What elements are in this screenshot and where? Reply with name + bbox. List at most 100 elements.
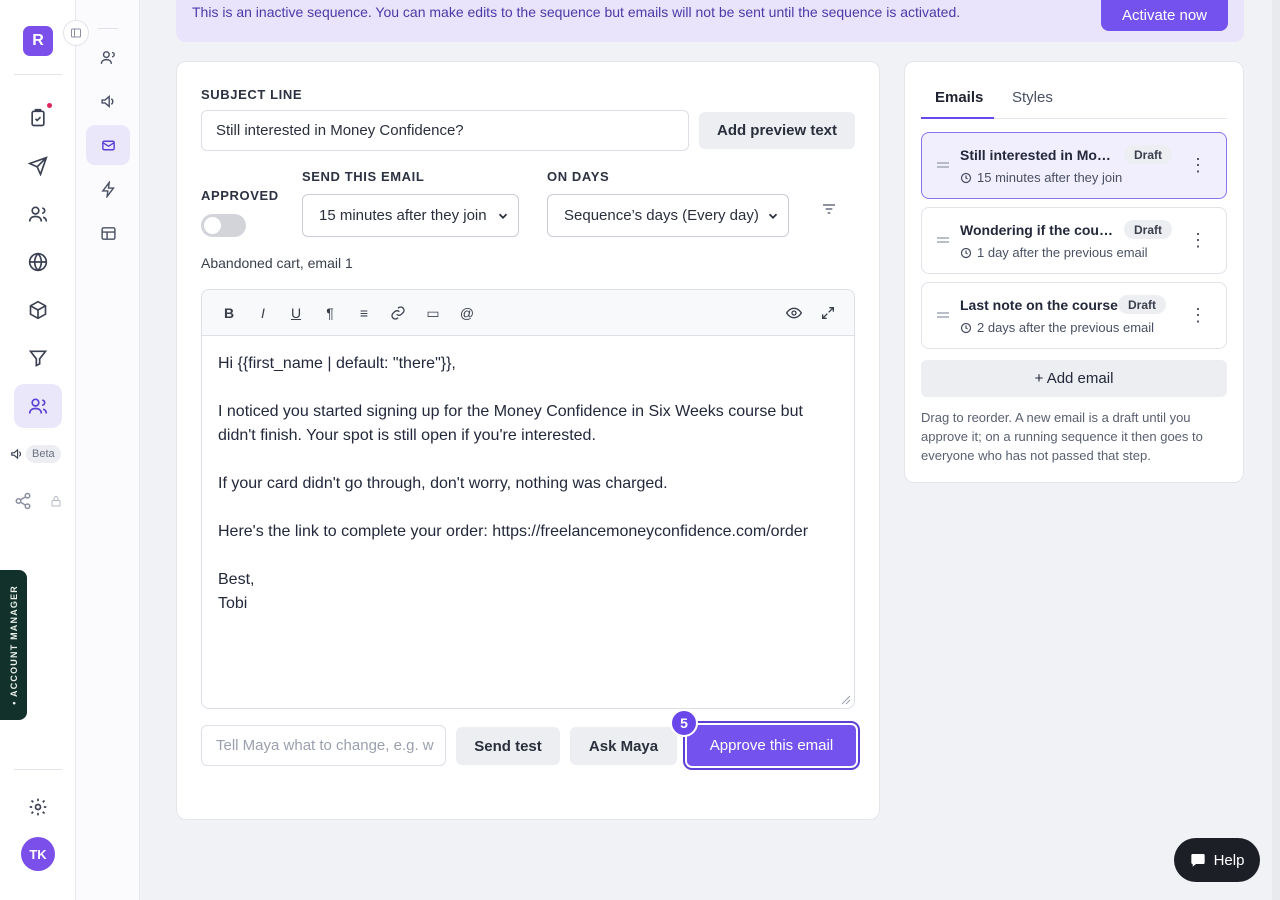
- tasks-icon[interactable]: [14, 96, 62, 140]
- email-caption: Abandoned cart, email 1: [201, 255, 353, 271]
- approve-email-button[interactable]: Approve this email: [685, 723, 858, 768]
- broadcast-icon[interactable]: [86, 81, 130, 121]
- email-timing: 1 day after the previous email: [960, 245, 1148, 260]
- send-timing-value: 15 minutes after they join: [319, 207, 487, 224]
- expand-icon: [822, 307, 834, 319]
- link-button[interactable]: [387, 302, 409, 324]
- chevron-down-icon: [768, 213, 778, 219]
- email-timing-text: 2 days after the previous email: [977, 320, 1155, 335]
- list-button[interactable]: ≡: [353, 302, 375, 324]
- email-title: Wondering if the cour…: [960, 222, 1118, 238]
- funnel-icon[interactable]: [14, 336, 62, 380]
- main-sidebar: R Beta • ACCOUNT MANAGER TK: [0, 0, 76, 900]
- chevron-down-icon: [498, 213, 508, 219]
- help-label: Help: [1213, 851, 1245, 869]
- emails-panel: Emails Styles Still interested in Mon… D…: [904, 61, 1244, 483]
- email-editor-card: SUBJECT LINE Still interested in Money C…: [176, 61, 880, 820]
- email-list-item[interactable]: Wondering if the cour… Draft 1 day after…: [921, 207, 1227, 274]
- contacts-icon[interactable]: [14, 192, 62, 236]
- subscribers-icon[interactable]: [86, 37, 130, 77]
- email-timing-text: 1 day after the previous email: [977, 245, 1148, 260]
- approved-toggle[interactable]: [201, 214, 246, 237]
- globe-icon[interactable]: [14, 240, 62, 284]
- preview-button[interactable]: [783, 302, 805, 324]
- panel-tabs: Emails Styles: [921, 82, 1227, 119]
- email-list-item[interactable]: Still interested in Mon… Draft 15 minute…: [921, 132, 1227, 199]
- paragraph-button[interactable]: ¶: [319, 302, 341, 324]
- drag-handle-icon[interactable]: [936, 235, 950, 245]
- help-button[interactable]: Help: [1174, 838, 1260, 882]
- status-badge: Draft: [1124, 145, 1173, 164]
- active-tab-indicator: [921, 117, 994, 119]
- bold-button[interactable]: B: [218, 302, 240, 324]
- underline-button[interactable]: U: [285, 302, 307, 324]
- eye-icon: [786, 307, 802, 319]
- send-icon[interactable]: [14, 144, 62, 188]
- activate-now-button[interactable]: Activate now: [1100, 0, 1228, 31]
- workspace-logo[interactable]: R: [23, 26, 53, 56]
- account-manager-tab[interactable]: • ACCOUNT MANAGER: [0, 570, 27, 720]
- on-days-select[interactable]: Sequence’s days (Every day): [547, 194, 789, 237]
- settings-gear-icon[interactable]: [14, 785, 62, 829]
- share-icon[interactable]: [14, 492, 32, 510]
- divider: [14, 74, 62, 75]
- templates-icon[interactable]: [86, 213, 130, 253]
- email-title: Last note on the course: [960, 297, 1118, 313]
- more-options-icon[interactable]: ⋮: [1188, 155, 1208, 175]
- user-avatar[interactable]: TK: [21, 837, 55, 871]
- reorder-help-text: Drag to reorder. A new email is a draft …: [921, 410, 1203, 463]
- more-options-icon[interactable]: ⋮: [1188, 305, 1208, 325]
- mention-button[interactable]: @: [456, 302, 478, 324]
- body-line: [218, 544, 838, 568]
- email-body-text[interactable]: Hi {{first_name | default: "there"}}, I …: [218, 352, 838, 616]
- expand-button[interactable]: [817, 302, 839, 324]
- subject-line-label: SUBJECT LINE: [201, 87, 303, 102]
- email-title: Still interested in Mon…: [960, 147, 1118, 163]
- package-icon[interactable]: [14, 288, 62, 332]
- megaphone-icon[interactable]: [10, 447, 24, 461]
- scrollbar-track[interactable]: [1272, 0, 1280, 900]
- italic-button[interactable]: I: [252, 302, 274, 324]
- subject-line-input[interactable]: Still interested in Money Confidence?: [201, 110, 689, 151]
- maya-instruction-input[interactable]: Tell Maya what to change, e.g. w: [201, 725, 446, 766]
- email-body-editor[interactable]: B I U ¶ ≡ ▭ @ Hi {{first_name | default:…: [201, 289, 855, 709]
- email-timing: 15 minutes after they join: [960, 170, 1122, 185]
- collapse-sidebar-button[interactable]: [63, 20, 89, 46]
- audience-icon[interactable]: [14, 384, 62, 428]
- tab-emails[interactable]: Emails: [935, 89, 983, 106]
- status-badge: Draft: [1118, 295, 1167, 314]
- add-email-button[interactable]: + Add email: [921, 360, 1227, 397]
- body-line: [218, 448, 838, 472]
- sequence-email-icon[interactable]: [86, 125, 130, 165]
- send-this-email-label: SEND THIS EMAIL: [302, 169, 425, 184]
- on-days-value: Sequence’s days (Every day): [564, 207, 759, 224]
- tab-styles[interactable]: Styles: [1012, 89, 1053, 106]
- status-badge: Draft: [1124, 220, 1173, 239]
- send-timing-select[interactable]: 15 minutes after they join: [302, 194, 519, 237]
- button-block-button[interactable]: ▭: [422, 302, 444, 324]
- drag-handle-icon[interactable]: [936, 160, 950, 170]
- clock-icon: [960, 172, 972, 183]
- drag-handle-icon[interactable]: [936, 310, 950, 320]
- ask-maya-button[interactable]: Ask Maya: [570, 727, 677, 765]
- send-test-button[interactable]: Send test: [456, 727, 560, 765]
- lock-icon: [51, 496, 61, 507]
- divider: [98, 28, 118, 29]
- clock-icon: [960, 322, 972, 333]
- filter-icon[interactable]: [821, 201, 837, 217]
- beta-badge: Beta: [26, 445, 61, 463]
- formatting-toolbar: B I U ¶ ≡ ▭ @: [202, 290, 854, 336]
- email-list-item[interactable]: Last note on the course Draft 2 days aft…: [921, 282, 1227, 349]
- add-preview-text-button[interactable]: Add preview text: [699, 112, 855, 149]
- clock-icon: [960, 247, 972, 258]
- email-timing-text: 15 minutes after they join: [977, 170, 1123, 185]
- resize-handle-icon[interactable]: [841, 695, 851, 705]
- link-icon: [391, 306, 405, 320]
- automation-bolt-icon[interactable]: [86, 169, 130, 209]
- body-line: I noticed you started signing up for the…: [218, 403, 803, 444]
- body-line: Hi {{first_name | default: "there"}},: [218, 355, 456, 372]
- account-manager-label: • ACCOUNT MANAGER: [8, 585, 19, 705]
- more-options-icon[interactable]: ⋮: [1188, 230, 1208, 250]
- panel-icon: [71, 28, 81, 38]
- step-number-badge: 5: [670, 709, 698, 737]
